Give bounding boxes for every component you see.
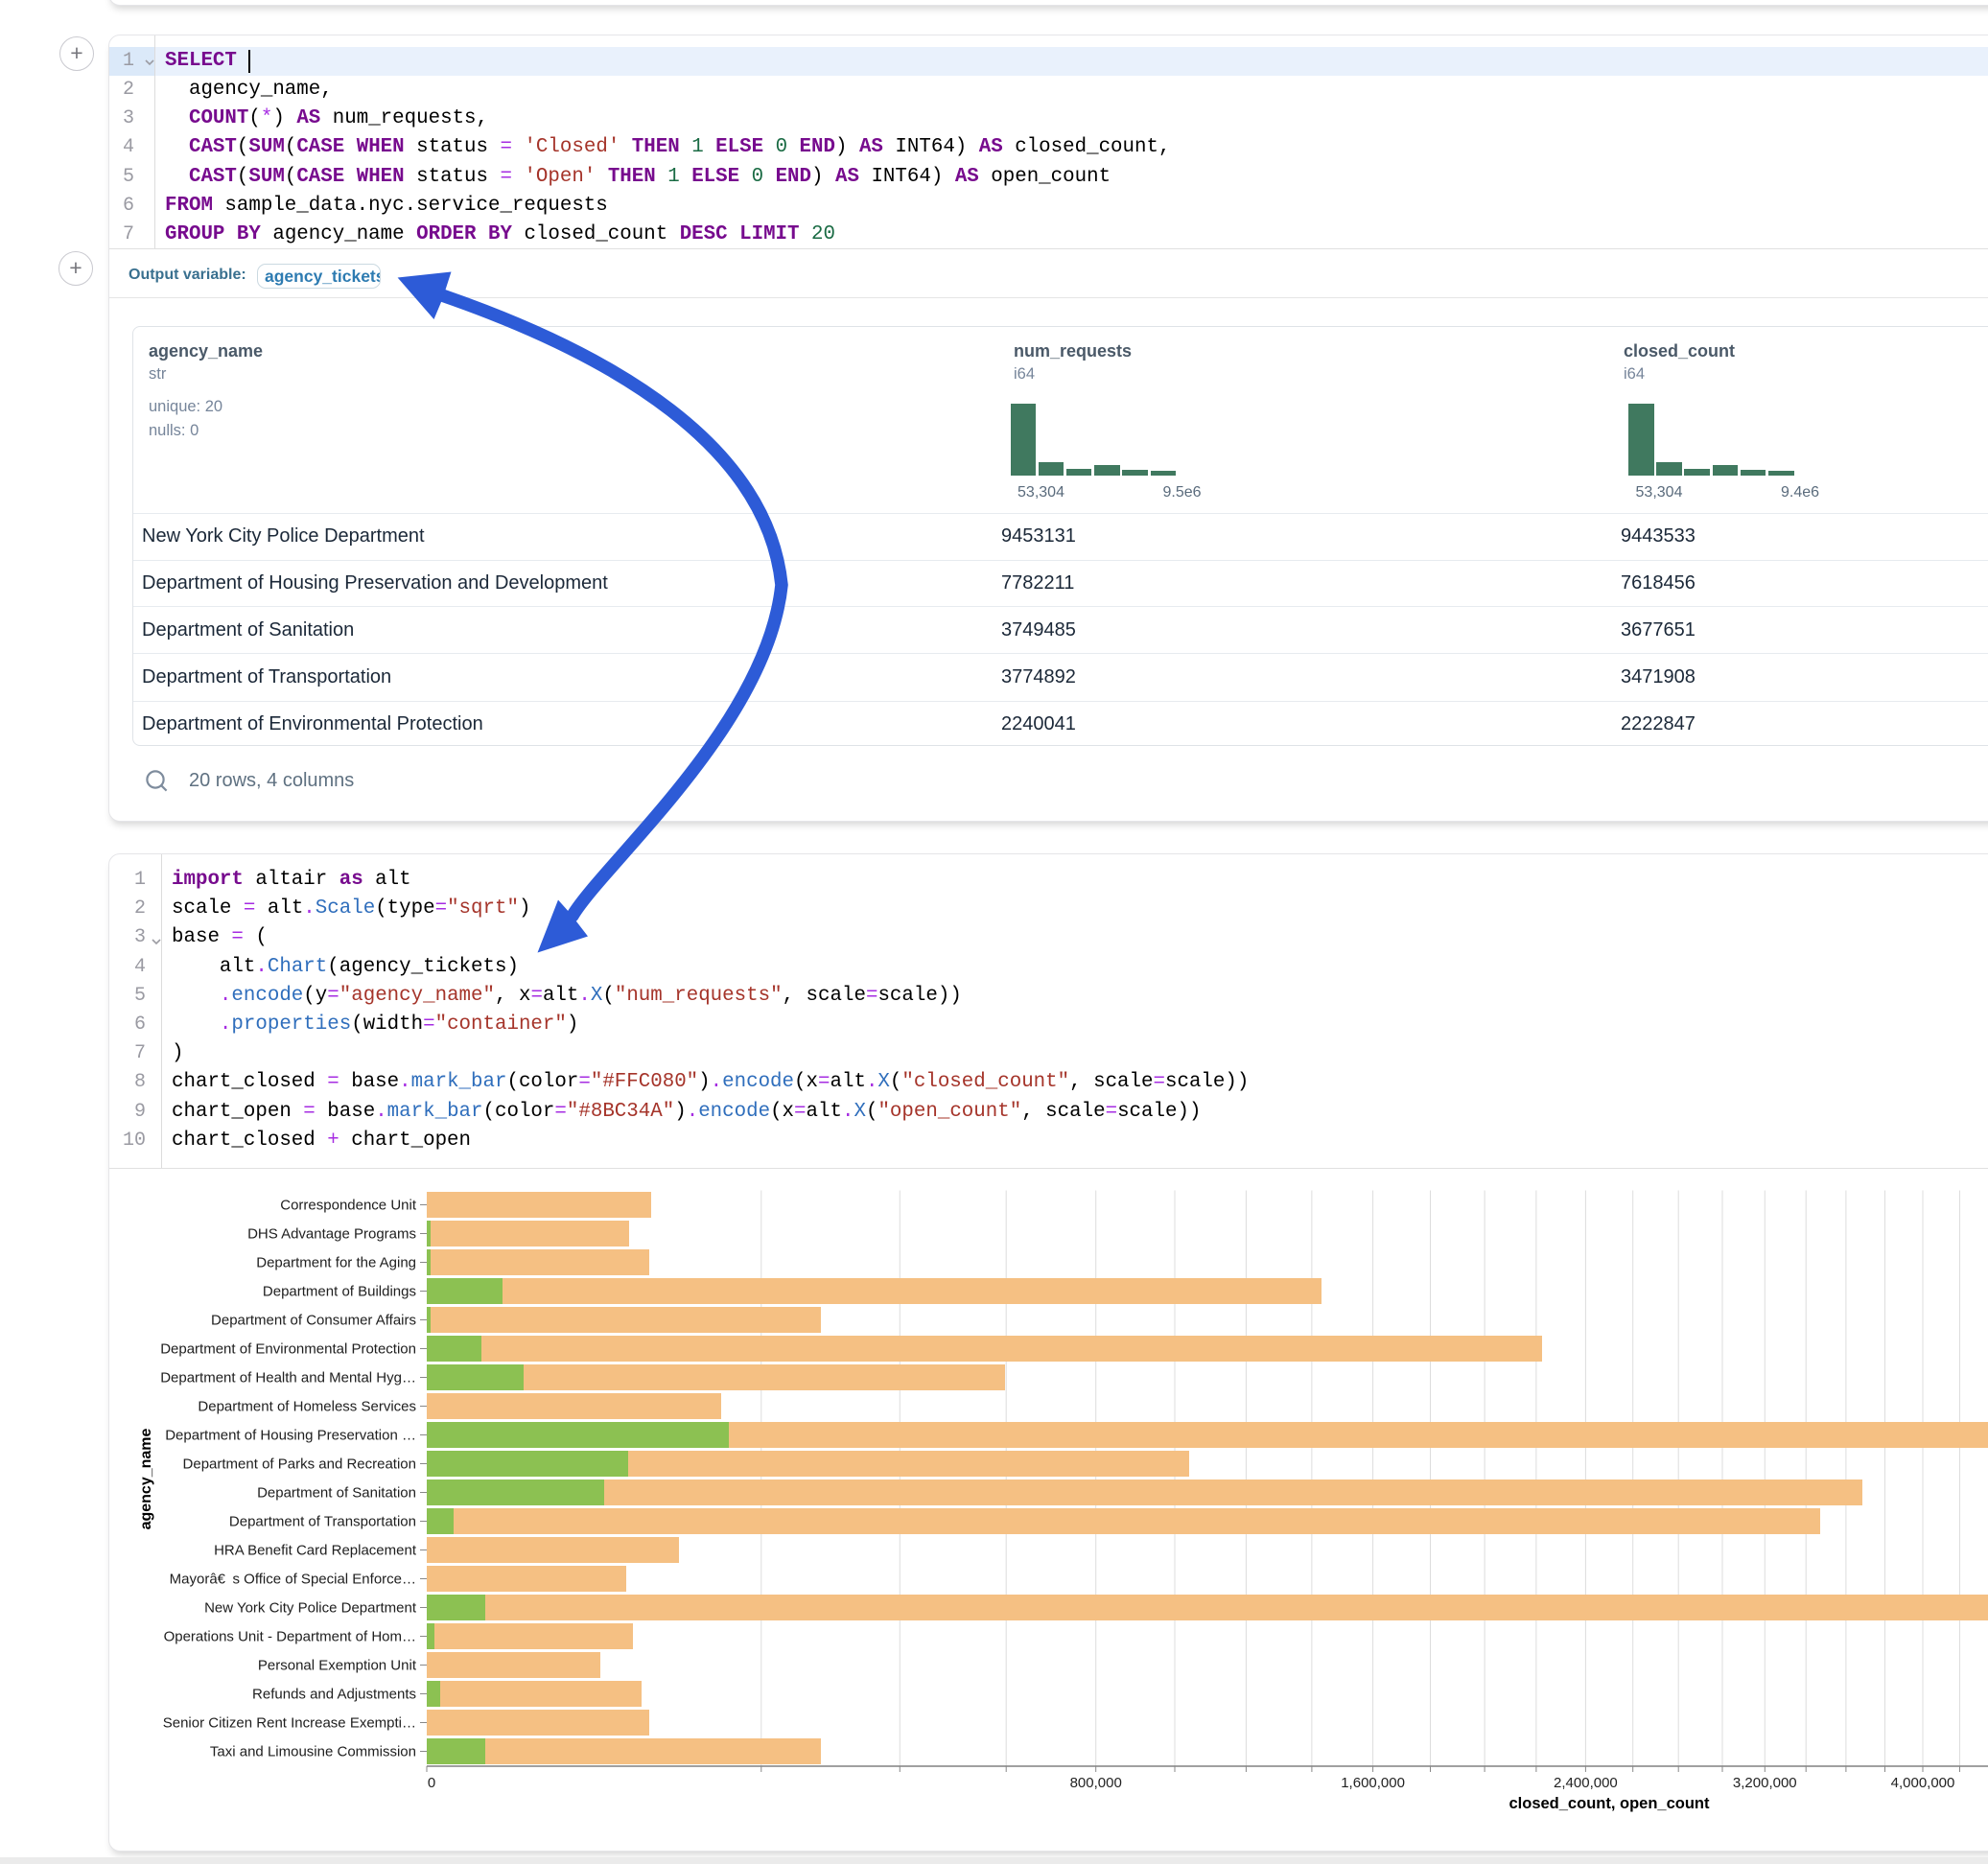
svg-text:800,000: 800,000 [1070, 1775, 1122, 1791]
svg-text:Personal Exemption Unit: Personal Exemption Unit [258, 1658, 417, 1674]
svg-text:DHS Advantage Programs: DHS Advantage Programs [247, 1226, 416, 1243]
svg-text:Correspondence Unit: Correspondence Unit [280, 1198, 417, 1214]
svg-text:4,000,000: 4,000,000 [1891, 1775, 1955, 1791]
svg-text:agency_name: agency_name [138, 1428, 154, 1529]
svg-text:2,400,000: 2,400,000 [1554, 1775, 1618, 1791]
svg-text:Department of Consumer Affairs: Department of Consumer Affairs [211, 1313, 416, 1329]
svg-text:Department of Transportation: Department of Transportation [229, 1514, 416, 1530]
svg-text:HRA Benefit Card Replacement: HRA Benefit Card Replacement [214, 1543, 417, 1559]
svg-text:3,200,000: 3,200,000 [1733, 1775, 1797, 1791]
svg-text:Senior Citizen Rent Increase E: Senior Citizen Rent Increase Exempti… [163, 1715, 416, 1732]
svg-text:New York City Police Departmen: New York City Police Department [204, 1600, 417, 1617]
svg-text:Department of Homeless Service: Department of Homeless Services [198, 1399, 416, 1415]
svg-text:closed_count, open_count: closed_count, open_count [1509, 1795, 1710, 1812]
svg-text:Operations Unit - Department o: Operations Unit - Department of Hom… [164, 1629, 416, 1645]
svg-text:1,600,000: 1,600,000 [1341, 1775, 1405, 1791]
svg-text:Taxi and Limousine Commission: Taxi and Limousine Commission [210, 1744, 416, 1760]
svg-text:Mayorâ€ s Office of Special En: Mayorâ€ s Office of Special Enforce… [170, 1572, 416, 1588]
svg-text:0: 0 [428, 1775, 435, 1791]
svg-text:Department of Buildings: Department of Buildings [263, 1284, 416, 1300]
svg-text:Department for the Aging: Department for the Aging [256, 1255, 416, 1271]
svg-text:Department of Health and Menta: Department of Health and Mental Hyg… [160, 1370, 416, 1386]
svg-text:Department of Sanitation: Department of Sanitation [257, 1485, 416, 1502]
svg-text:Department of Environmental Pr: Department of Environmental Protection [160, 1341, 416, 1358]
svg-text:Department of Housing Preserva: Department of Housing Preservation … [165, 1428, 416, 1444]
svg-text:Refunds and Adjustments: Refunds and Adjustments [252, 1687, 416, 1703]
svg-text:Department of Parks and Recrea: Department of Parks and Recreation [183, 1456, 416, 1473]
